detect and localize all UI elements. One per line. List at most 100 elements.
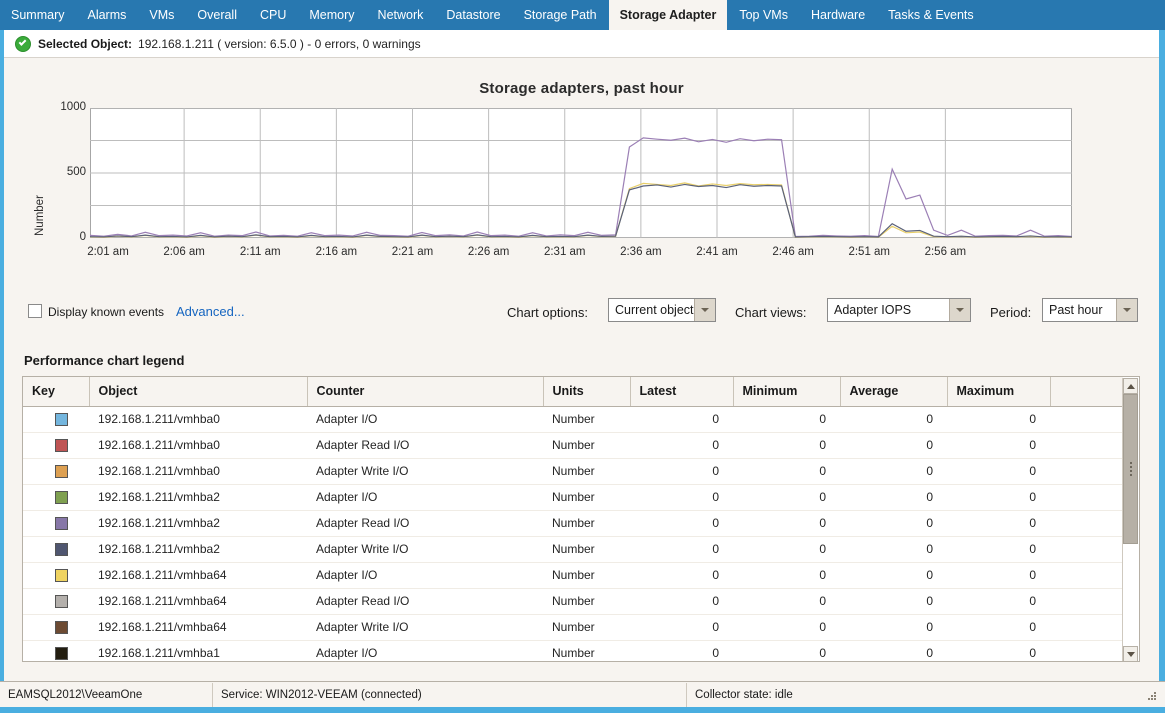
legend-counter-cell: Adapter Read I/O <box>307 432 543 459</box>
legend-col-maximum[interactable]: Maximum <box>947 377 1051 407</box>
status-service: Service: WIN2012-VEEAM (connected) <box>213 682 687 708</box>
legend-average-cell: 0 <box>840 510 947 537</box>
x-tick-0: 2:01 am <box>87 246 129 258</box>
legend-object-cell: 192.168.1.211/vmhba0 <box>89 406 307 433</box>
color-swatch <box>55 647 68 661</box>
legend-counter-cell: Adapter Write I/O <box>307 536 543 563</box>
legend-col-latest[interactable]: Latest <box>630 377 734 407</box>
legend-col-object[interactable]: Object <box>89 377 308 407</box>
scroll-up-icon[interactable] <box>1123 378 1138 394</box>
legend-vertical-scrollbar[interactable] <box>1122 378 1138 661</box>
legend-maximum-cell: 0 <box>947 510 1050 537</box>
scrollbar-track[interactable] <box>1123 394 1138 646</box>
tab-hardware[interactable]: Hardware <box>800 0 878 30</box>
chart-views-select[interactable]: Adapter IOPS <box>827 298 971 322</box>
tab-summary[interactable]: Summary <box>0 0 77 30</box>
x-tick-3: 2:16 am <box>315 246 358 258</box>
color-swatch <box>55 413 68 427</box>
x-tick-11: 2:56 am <box>924 246 967 258</box>
legend-minimum-cell: 0 <box>733 406 840 433</box>
tab-top-vms[interactable]: Top VMs <box>728 0 800 30</box>
color-swatch <box>55 569 68 583</box>
chevron-down-icon[interactable] <box>1116 299 1137 321</box>
display-known-events-checkbox[interactable] <box>28 304 42 318</box>
table-row[interactable]: 192.168.1.211/vmhba64 Adapter Write I/O Nu… <box>23 614 1123 641</box>
legend-counter-cell: Adapter I/O <box>307 484 543 511</box>
chart-series-canvas <box>90 108 1072 238</box>
chart-title: Storage adapters, past hour <box>479 80 684 97</box>
legend-key-cell <box>23 406 89 433</box>
table-row[interactable]: 192.168.1.211/vmhba1 Adapter I/O Number 0 0 0… <box>23 640 1123 661</box>
legend-col-spacer[interactable] <box>1050 377 1123 407</box>
tab-vms[interactable]: VMs <box>138 0 187 30</box>
x-tick-8: 2:41 am <box>696 246 738 258</box>
table-row[interactable]: 192.168.1.211/vmhba2 Adapter Read I/O Numb… <box>23 510 1123 537</box>
color-swatch <box>55 543 68 557</box>
legend-units-cell: Number <box>543 588 630 615</box>
legend-average-cell: 0 <box>840 406 947 433</box>
scrollbar-thumb[interactable] <box>1123 394 1138 544</box>
legend-average-cell: 0 <box>840 640 947 661</box>
table-row[interactable]: 192.168.1.211/vmhba0 Adapter Read I/O Numb… <box>23 432 1123 459</box>
legend-maximum-cell: 0 <box>947 484 1050 511</box>
color-swatch <box>55 465 68 479</box>
legend-col-average[interactable]: Average <box>840 377 948 407</box>
legend-units-cell: Number <box>543 406 630 433</box>
tab-storage-adapter[interactable]: Storage Adapter <box>608 0 729 30</box>
legend-average-cell: 0 <box>840 614 947 641</box>
chevron-down-icon[interactable] <box>949 299 970 321</box>
selected-object-label: Selected Object: <box>38 36 133 51</box>
tab-overall[interactable]: Overall <box>186 0 249 30</box>
table-row[interactable]: 192.168.1.211/vmhba2 Adapter I/O Number 0 0 0… <box>23 484 1123 511</box>
chart-options-row: Display known events Advanced... Chart o… <box>4 296 1159 330</box>
chart-views-value: Adapter IOPS <box>834 303 912 317</box>
legend-maximum-cell: 0 <box>947 614 1050 641</box>
tab-storage-path[interactable]: Storage Path <box>513 0 609 30</box>
legend-maximum-cell: 0 <box>947 536 1050 563</box>
legend-object-cell: 192.168.1.211/vmhba0 <box>89 458 307 485</box>
legend-header-row: Key Object Counter Units Latest Minimum Averag… <box>23 377 1123 407</box>
table-row[interactable]: 192.168.1.211/vmhba64 Adapter I/O Number 0 0… <box>23 562 1123 589</box>
advanced-link[interactable]: Advanced... <box>176 304 245 319</box>
resize-grip-icon[interactable] <box>1148 692 1157 701</box>
tab-cpu[interactable]: CPU <box>249 0 299 30</box>
legend-key-cell <box>23 588 89 615</box>
color-swatch <box>55 439 68 453</box>
legend-col-key[interactable]: Key <box>23 377 90 407</box>
legend-maximum-cell: 0 <box>947 588 1050 615</box>
storage-adapter-panel: Storage adapters, past hour Number 0 500 1… <box>4 58 1159 681</box>
legend-col-units[interactable]: Units <box>543 377 631 407</box>
table-row[interactable]: 192.168.1.211/vmhba0 Adapter Write I/O Num… <box>23 458 1123 485</box>
scroll-down-icon[interactable] <box>1123 646 1138 661</box>
period-select[interactable]: Past hour <box>1042 298 1138 322</box>
legend-counter-cell: Adapter Write I/O <box>307 458 543 485</box>
chart-series <box>90 138 1072 237</box>
tab-tasks-events[interactable]: Tasks & Events <box>877 0 986 30</box>
main-tab-bar[interactable]: Summary Alarms VMs Overall CPU Memory Network D… <box>0 0 1165 30</box>
legend-object-cell: 192.168.1.211/vmhba64 <box>89 588 307 615</box>
tab-alarms[interactable]: Alarms <box>76 0 139 30</box>
table-row[interactable]: 192.168.1.211/vmhba0 Adapter I/O Number 0 0 0… <box>23 406 1123 433</box>
color-swatch <box>55 621 68 635</box>
veeam-one-window: Summary Alarms VMs Overall CPU Memory Network D… <box>0 0 1165 713</box>
legend-col-counter[interactable]: Counter <box>307 377 544 407</box>
legend-counter-cell: Adapter I/O <box>307 406 543 433</box>
chart-series <box>90 184 1072 237</box>
legend-latest-cell: 0 <box>630 510 733 537</box>
legend-col-minimum[interactable]: Minimum <box>733 377 841 407</box>
legend-spacer-cell <box>1050 614 1123 641</box>
table-row[interactable]: 192.168.1.211/vmhba64 Adapter Read I/O Num… <box>23 588 1123 615</box>
selected-object-bar: Selected Object: 192.168.1.211 ( version… <box>4 30 1159 58</box>
legend-maximum-cell: 0 <box>947 432 1050 459</box>
tab-datastore[interactable]: Datastore <box>435 0 513 30</box>
table-row[interactable]: 192.168.1.211/vmhba2 Adapter Write I/O Num… <box>23 536 1123 563</box>
chevron-down-icon[interactable] <box>694 299 715 321</box>
tab-memory[interactable]: Memory <box>298 0 367 30</box>
y-tick-1000: 1000 <box>60 101 86 113</box>
chart-options-select[interactable]: Current object <box>608 298 716 322</box>
selected-object-value: 192.168.1.211 ( version: 6.5.0 ) - 0 err… <box>138 36 421 51</box>
legend-minimum-cell: 0 <box>733 484 840 511</box>
tab-network[interactable]: Network <box>367 0 436 30</box>
legend-minimum-cell: 0 <box>733 432 840 459</box>
legend-key-cell <box>23 432 89 459</box>
